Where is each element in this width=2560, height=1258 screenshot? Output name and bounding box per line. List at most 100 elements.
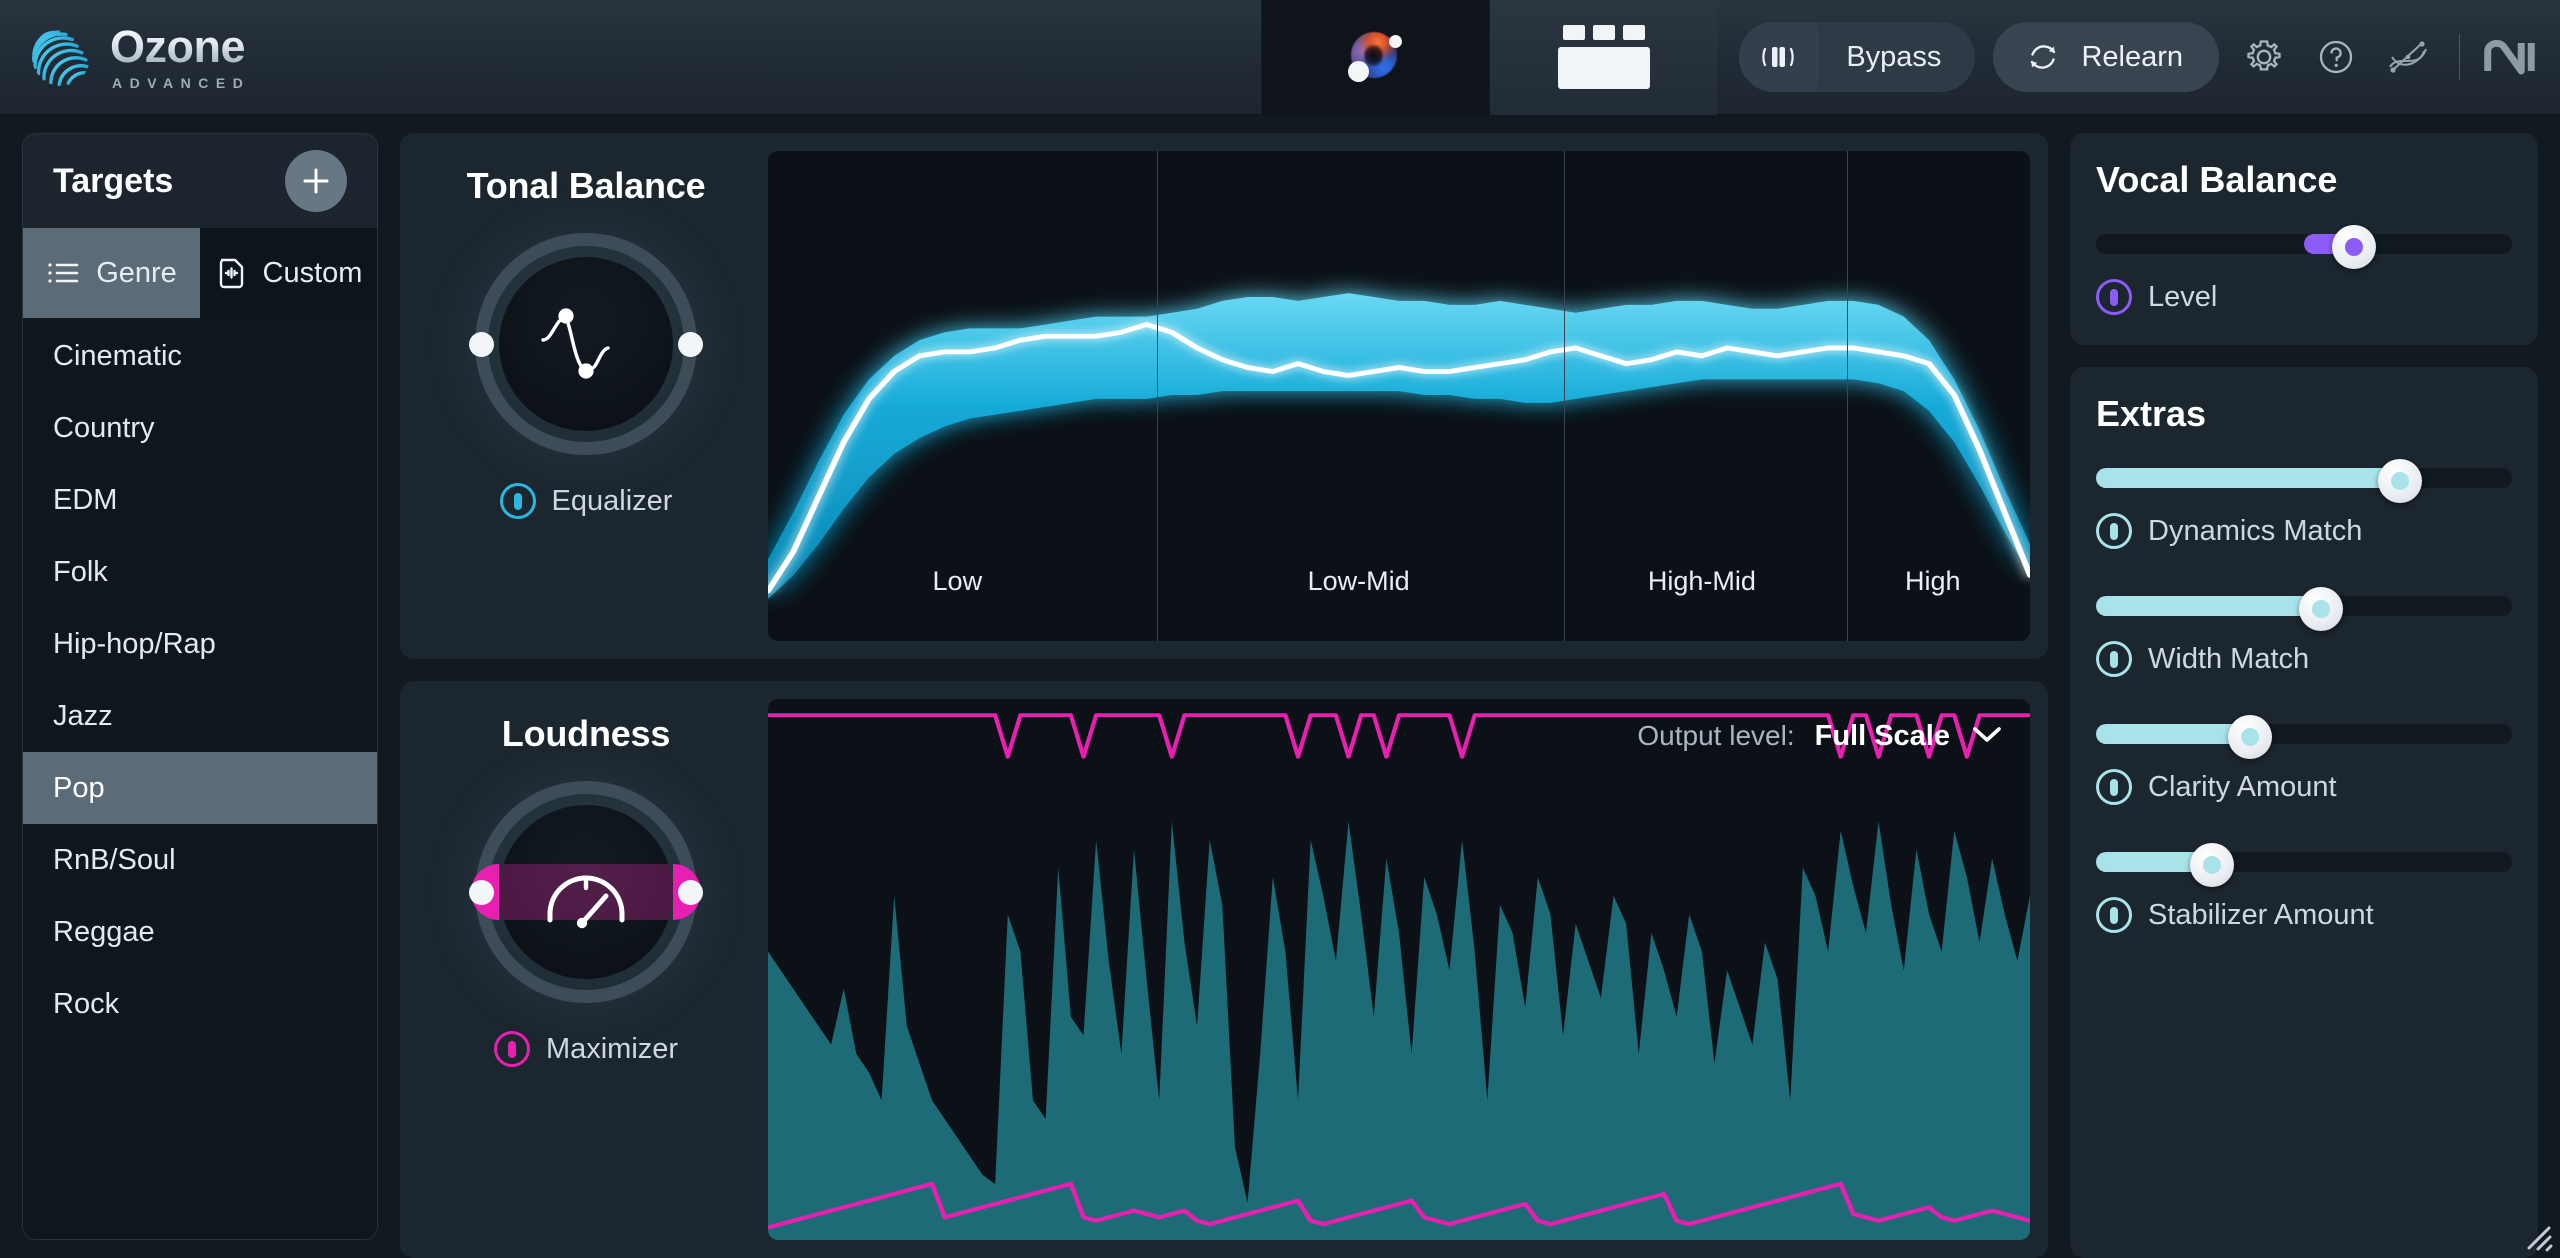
slider-thumb[interactable] (2299, 587, 2343, 631)
maximizer-knob-handle-left[interactable] (469, 880, 494, 905)
vocal-level-slider[interactable] (2096, 231, 2512, 257)
clarity-amount-label: Clarity Amount (2148, 771, 2337, 804)
app-logo: Ozone ADVANCED (0, 24, 250, 90)
genre-item-rnbsoul[interactable]: RnB/Soul (23, 824, 377, 896)
brand-name: Ozone (110, 24, 250, 69)
tab-modules-view[interactable] (1489, 0, 1717, 115)
genre-item-jazz[interactable]: Jazz (23, 680, 377, 752)
window-resize-grip[interactable] (2519, 1218, 2553, 1252)
relearn-label: Relearn (2081, 41, 2183, 74)
genre-item-folk[interactable]: Folk (23, 536, 377, 608)
header-actions: Bypass Relearn (1717, 22, 2560, 92)
tab-custom-label: Custom (263, 257, 363, 290)
genre-item-country[interactable]: Country (23, 392, 377, 464)
center-column: Tonal Balance (400, 133, 2048, 1258)
master-assistant-orb-icon (1345, 26, 1407, 88)
tonal-balance-title: Tonal Balance (467, 165, 706, 207)
maximizer-knob[interactable] (475, 781, 697, 1003)
genre-item-cinematic[interactable]: Cinematic (23, 320, 377, 392)
loudness-card: Loudness (400, 681, 2048, 1258)
izotope-mark-icon[interactable] (2381, 30, 2435, 84)
add-target-icon[interactable] (285, 150, 347, 212)
loudness-knob-column: Loudness (418, 699, 754, 1240)
dynamics-match-row: Dynamics Match (2096, 513, 2512, 549)
vocal-level-power-icon[interactable] (2096, 279, 2132, 315)
width-match-label: Width Match (2148, 643, 2309, 676)
maximizer-label: Maximizer (546, 1033, 678, 1066)
loudness-title: Loudness (502, 713, 670, 755)
chevron-down-icon[interactable] (1970, 723, 2004, 750)
tab-genre[interactable]: Genre (23, 228, 200, 318)
tonal-balance-knob[interactable] (475, 233, 697, 455)
tonal-balance-knob-column: Tonal Balance (418, 151, 754, 641)
gauge-meter-icon (526, 842, 646, 942)
dynamics-match-power-icon[interactable] (2096, 513, 2132, 549)
help-question-icon[interactable] (2309, 30, 2363, 84)
modules-layout-icon (1558, 25, 1650, 89)
header-view-tabs (1261, 0, 1717, 115)
refresh-circular-arrows-icon (2023, 37, 2063, 77)
ozone-sphere-icon (30, 26, 92, 88)
dynamics-match-slider[interactable] (2096, 465, 2512, 491)
maximizer-knob-handle-right[interactable] (678, 880, 703, 905)
stabilizer-amount-slider[interactable] (2096, 849, 2512, 875)
slider-thumb[interactable] (2378, 459, 2422, 503)
slider-thumb[interactable] (2332, 225, 2376, 269)
output-level-value[interactable]: Full Scale (1815, 720, 1950, 753)
genre-item-reggae[interactable]: Reggae (23, 896, 377, 968)
clarity-amount-power-icon[interactable] (2096, 769, 2132, 805)
targets-header: Targets (23, 134, 377, 228)
slider-thumb[interactable] (2190, 843, 2234, 887)
tonal-knob-handle-left[interactable] (469, 332, 494, 357)
targets-title: Targets (53, 162, 173, 201)
width-match-power-icon[interactable] (2096, 641, 2132, 677)
slider-thumb[interactable] (2228, 715, 2272, 759)
header-divider (2459, 34, 2460, 80)
extras-card: Extras Dynamics Match (2070, 367, 2538, 1258)
bypass-button[interactable]: Bypass (1817, 34, 1975, 80)
tab-master-assistant[interactable] (1261, 0, 1489, 115)
ozone-advanced-window: Ozone ADVANCED (0, 0, 2560, 1258)
slider-fill (2096, 468, 2400, 488)
clarity-amount-slider[interactable] (2096, 721, 2512, 747)
genre-item-rock[interactable]: Rock (23, 968, 377, 1040)
relearn-button[interactable]: Relearn (1993, 22, 2219, 92)
targets-tabs: Genre Custom (23, 228, 377, 318)
tonal-balance-graph[interactable]: Low Low-Mid High-Mid High (768, 151, 2030, 641)
gain-faders-icon[interactable] (1739, 22, 1817, 92)
stabilizer-amount-power-icon[interactable] (2096, 897, 2132, 933)
output-level-control: Output level: Full Scale (1637, 699, 2030, 773)
bypass-control-group: Bypass (1739, 22, 1975, 92)
eq-curve-icon (526, 292, 646, 396)
maximizer-power-icon[interactable] (494, 1031, 530, 1067)
tab-genre-label: Genre (96, 257, 177, 290)
loudness-graph[interactable]: Output level: Full Scale (768, 699, 2030, 1240)
equalizer-module-row: Equalizer (500, 483, 673, 519)
right-column: Vocal Balance Level Extras (2070, 133, 2538, 1258)
tonal-knob-handle-right[interactable] (678, 332, 703, 357)
genre-item-edm[interactable]: EDM (23, 464, 377, 536)
genre-item-hiphoprap[interactable]: Hip-hop/Rap (23, 608, 377, 680)
slider-fill (2096, 596, 2321, 616)
vocal-level-row: Level (2096, 279, 2512, 315)
tonal-balance-card: Tonal Balance (400, 133, 2048, 659)
width-match-row: Width Match (2096, 641, 2512, 677)
custom-target-icon (215, 256, 247, 290)
app-header: Ozone ADVANCED (0, 0, 2560, 115)
maximizer-module-row: Maximizer (494, 1031, 678, 1067)
extras-width-match-block: Width Match (2096, 593, 2512, 677)
extras-stabilizer-amount-block: Stabilizer Amount (2096, 849, 2512, 933)
native-instruments-logo[interactable] (2484, 30, 2538, 84)
output-level-label: Output level: (1637, 720, 1794, 752)
stabilizer-amount-label: Stabilizer Amount (2148, 899, 2374, 932)
gear-icon[interactable] (2237, 30, 2291, 84)
extras-dynamics-match-block: Dynamics Match (2096, 465, 2512, 549)
genre-item-pop[interactable]: Pop (23, 752, 377, 824)
tab-custom[interactable]: Custom (200, 228, 377, 318)
vocal-balance-title: Vocal Balance (2096, 159, 2512, 201)
equalizer-power-icon[interactable] (500, 483, 536, 519)
genre-list: Cinematic Country EDM Folk Hip-hop/Rap J… (23, 318, 377, 1239)
width-match-slider[interactable] (2096, 593, 2512, 619)
targets-sidebar: Targets (22, 133, 378, 1240)
stabilizer-amount-row: Stabilizer Amount (2096, 897, 2512, 933)
